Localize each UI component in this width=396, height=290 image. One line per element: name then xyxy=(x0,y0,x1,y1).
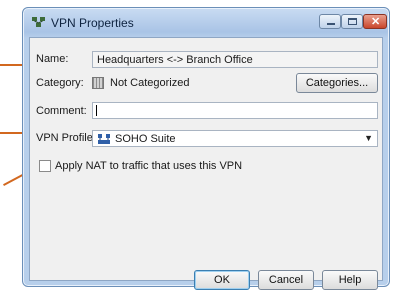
vpn-profile-label: VPN Profile: xyxy=(36,132,96,144)
maximize-icon xyxy=(348,18,357,25)
ok-button[interactable]: OK xyxy=(194,270,250,290)
categories-button[interactable]: Categories... xyxy=(296,73,378,93)
vpn-profile-icon xyxy=(98,134,110,144)
comment-label: Comment: xyxy=(36,105,87,117)
close-icon: ✕ xyxy=(371,16,381,28)
vpn-properties-icon xyxy=(32,16,45,28)
comment-field[interactable] xyxy=(92,102,378,119)
name-value: Headquarters <-> Branch Office xyxy=(97,54,253,66)
name-field[interactable]: Headquarters <-> Branch Office xyxy=(92,51,378,68)
minimize-icon xyxy=(327,23,335,25)
vpn-properties-window: VPN Properties ✕ Name: Headquarters <-> … xyxy=(22,7,390,290)
cancel-button[interactable]: Cancel xyxy=(258,270,314,290)
callout-line-vpn-profile xyxy=(0,132,22,134)
vpn-profile-select[interactable]: SOHO Suite ▼ xyxy=(92,130,378,147)
help-button[interactable]: Help xyxy=(322,270,378,290)
maximize-button[interactable] xyxy=(341,14,363,29)
category-label: Category: xyxy=(36,77,84,89)
nat-checkbox-label[interactable]: Apply NAT to traffic that uses this VPN xyxy=(55,160,242,172)
name-label: Name: xyxy=(36,53,69,65)
minimize-button[interactable] xyxy=(319,14,341,29)
vpn-profile-value: SOHO Suite xyxy=(115,133,176,145)
nat-checkbox[interactable] xyxy=(39,160,51,172)
chevron-down-icon[interactable]: ▼ xyxy=(364,133,373,143)
close-button[interactable]: ✕ xyxy=(363,14,387,29)
callout-line-name xyxy=(0,64,22,66)
text-caret xyxy=(96,105,97,116)
dialog-body: Name: Headquarters <-> Branch Office Cat… xyxy=(29,37,383,290)
title-bar[interactable]: VPN Properties ✕ xyxy=(23,8,389,36)
category-icon xyxy=(92,77,104,89)
category-value: Not Categorized xyxy=(110,77,190,89)
window-title: VPN Properties xyxy=(51,16,134,30)
